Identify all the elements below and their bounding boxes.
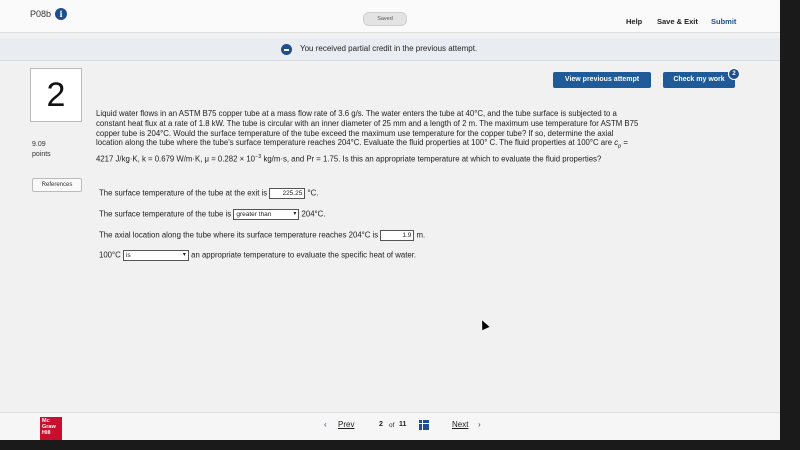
save-exit-link[interactable]: Save & Exit: [657, 17, 698, 26]
references-button[interactable]: References: [32, 178, 82, 192]
question-grid-icon[interactable]: [419, 420, 429, 430]
chevron-down-icon: ▾: [182, 252, 186, 258]
answer3-prefix: The axial location along the tube where …: [99, 230, 379, 240]
mcgraw-hill-logo: Mc Graw Hill: [40, 417, 62, 440]
problem-statement: Liquid water flows in an ASTM B75 copper…: [96, 109, 641, 164]
mouse-cursor-icon: [478, 318, 490, 331]
next-button[interactable]: Next: [452, 420, 468, 429]
logo-line3: Hill: [42, 430, 51, 436]
answer2-prefix: The surface temperature of the tube is: [99, 209, 232, 219]
next-chevron-icon[interactable]: ›: [478, 420, 481, 429]
points-value: 9.09: [32, 141, 46, 148]
answer1-suffix: °C.: [307, 188, 319, 198]
check-my-work-button[interactable]: Check my work: [663, 72, 735, 88]
prev-chevron-icon[interactable]: ‹: [324, 420, 327, 429]
minus-circle-icon: [281, 44, 292, 55]
problem-text-part1: Liquid water flows in an ASTM B75 copper…: [96, 109, 639, 148]
exit-temp-input[interactable]: 225.25: [269, 188, 306, 199]
banner-text: You received partial credit in the previ…: [300, 44, 478, 53]
submit-link[interactable]: Submit: [711, 17, 736, 26]
axial-location-input[interactable]: 1.9: [380, 230, 415, 241]
prev-button[interactable]: Prev: [338, 420, 354, 429]
page-total: 11: [399, 421, 407, 428]
question-number: 2: [30, 68, 82, 122]
comparison-dropdown[interactable]: greater than ▾: [233, 209, 300, 220]
partial-credit-banner: You received partial credit in the previ…: [0, 38, 780, 61]
points-label: points: [32, 151, 51, 158]
answer-row-appropriate: 100°C is ▾ an appropriate temperature to …: [99, 250, 416, 261]
problem-id: P08b: [30, 9, 52, 19]
quiz-screen: P08b i Saved Help Save & Exit Submit You…: [0, 0, 780, 440]
answer1-prefix: The surface temperature of the tube at t…: [99, 188, 268, 198]
check-work-count-badge: 2: [728, 68, 740, 80]
view-previous-attempt-button[interactable]: View previous attempt: [553, 72, 651, 88]
appropriate-selected: is: [125, 252, 131, 259]
answer3-suffix: m.: [416, 230, 426, 240]
answer4-prefix: 100°C: [99, 250, 121, 260]
appropriate-dropdown[interactable]: is ▾: [122, 250, 189, 261]
chevron-down-icon: ▾: [293, 211, 297, 217]
answer2-suffix: 204°C.: [301, 209, 326, 219]
points-info: 9.09 points: [32, 140, 51, 160]
info-icon[interactable]: i: [55, 8, 67, 20]
answer-row-exit-temp: The surface temperature of the tube at t…: [99, 188, 318, 199]
saved-indicator: Saved: [363, 12, 407, 26]
page-of: of: [389, 422, 395, 429]
help-link[interactable]: Help: [626, 17, 642, 26]
page-current: 2: [379, 421, 383, 428]
problem-text-part3: kg/m·s, and Pr = 1.75. Is this an approp…: [261, 154, 602, 164]
answer-row-axial-location: The axial location along the tube where …: [99, 230, 425, 241]
answer4-suffix: an appropriate temperature to evaluate t…: [191, 250, 417, 260]
answer-row-comparison: The surface temperature of the tube is g…: [99, 209, 325, 220]
comparison-selected: greater than: [236, 211, 272, 218]
top-bar: P08b i Saved Help Save & Exit Submit: [0, 0, 780, 33]
